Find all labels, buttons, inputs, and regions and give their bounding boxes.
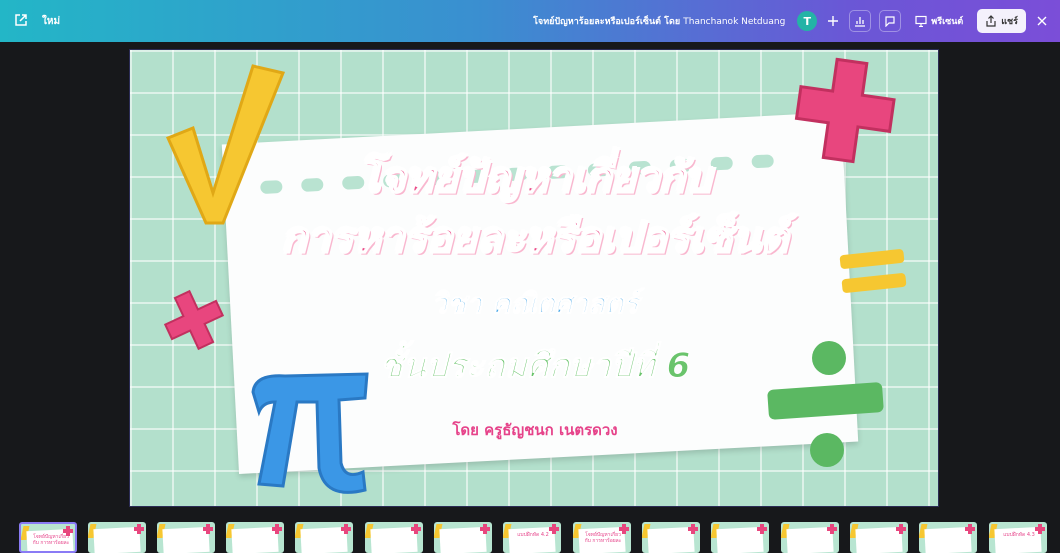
- slide-thumbnail[interactable]: แบบฝึกหัด 4.2: [503, 522, 561, 553]
- title-by: โดย: [664, 17, 681, 27]
- present-icon: [915, 15, 927, 27]
- toolbar-right: โจทย์ปัญหาร้อยละหรือเปอร์เซ็นต์ โดย Than…: [533, 0, 1050, 42]
- share-label: แชร์: [1001, 17, 1018, 27]
- add-collaborator-button[interactable]: [825, 10, 841, 32]
- avatar[interactable]: T: [797, 11, 818, 31]
- slide-subject: วิชา คณิตศาสตร์: [431, 287, 639, 321]
- slide-thumbnail[interactable]: [226, 522, 284, 553]
- title-text: โจทย์ปัญหาร้อยละหรือเปอร์เซ็นต์: [533, 17, 662, 27]
- thumbnail-label: โจทย์ปัญหาเกี่ยวกับ การหาร้อยละ: [584, 532, 622, 544]
- slide-thumbnail[interactable]: [919, 522, 977, 553]
- bar-chart-icon: [855, 17, 866, 27]
- slide-thumbnail[interactable]: [88, 522, 146, 553]
- thumbnail-label: แบบฝึกหัด 4.2: [517, 532, 549, 538]
- slide-thumbnail[interactable]: แบบฝึกหัด 4.3: [989, 522, 1047, 553]
- new-button[interactable]: ใหม่: [42, 14, 60, 29]
- toolbar-left: ใหม่: [14, 0, 60, 42]
- slide-teacher: โดย ครูธัญชนก เนตรดวง: [452, 421, 618, 439]
- slide-thumbnail[interactable]: [781, 522, 839, 553]
- slide-thumbnail[interactable]: โจทย์ปัญหาเกี่ยวกับ การหาร้อยละ: [19, 522, 77, 553]
- present-button[interactable]: พรีเซนต์: [909, 10, 969, 32]
- slide-thumbnail[interactable]: โจทย์ปัญหาเกี่ยวกับ การหาร้อยละ: [573, 522, 631, 553]
- slide-title-line2: การหาร้อยละหรือเปอร์เซ็นต์: [281, 212, 790, 263]
- plus-icon: [828, 16, 839, 26]
- slide-grade: ชั้นประถมศึกษาปีที่ 6: [379, 346, 691, 387]
- close-button[interactable]: [1034, 13, 1050, 29]
- share-icon: [986, 15, 996, 27]
- slide-thumbnail[interactable]: [850, 522, 908, 553]
- slide-title-line1: โจทย์ปัญหาเกี่ยวกับ: [357, 152, 712, 203]
- close-icon: [1037, 16, 1047, 26]
- slide-thumbnail[interactable]: [365, 522, 423, 553]
- document-title[interactable]: โจทย์ปัญหาร้อยละหรือเปอร์เซ็นต์ โดย Than…: [533, 14, 785, 28]
- slide-canvas[interactable]: โจทย์ปัญหาเกี่ยวกับ การหาร้อยละหรือเปอร์…: [129, 49, 939, 507]
- author-name: Thanchanok Netduang: [683, 17, 786, 27]
- thumbnail-label: แบบฝึกหัด 4.3: [1003, 532, 1035, 538]
- thumbnail-label: โจทย์ปัญหาเกี่ยวกับ การหาร้อยละ: [32, 534, 70, 546]
- comments-button[interactable]: [879, 10, 902, 32]
- slide-thumbnail[interactable]: [295, 522, 353, 553]
- insights-button[interactable]: [849, 10, 872, 32]
- slide-thumbnail[interactable]: [434, 522, 492, 553]
- slide-thumbnail[interactable]: [642, 522, 700, 553]
- external-link-icon[interactable]: [14, 12, 28, 31]
- slide-thumbnail[interactable]: [157, 522, 215, 553]
- top-toolbar: ใหม่ โจทย์ปัญหาร้อยละหรือเปอร์เซ็นต์ โดย…: [0, 0, 1060, 42]
- present-label: พรีเซนต์: [931, 17, 964, 27]
- slide-thumbnail-strip: โจทย์ปัญหาเกี่ยวกับ การหาร้อยละ แบบฝึกหัด…: [0, 518, 1060, 553]
- comment-icon: [885, 16, 895, 27]
- slide-thumbnail[interactable]: [711, 522, 769, 553]
- share-button[interactable]: แชร์: [977, 9, 1026, 33]
